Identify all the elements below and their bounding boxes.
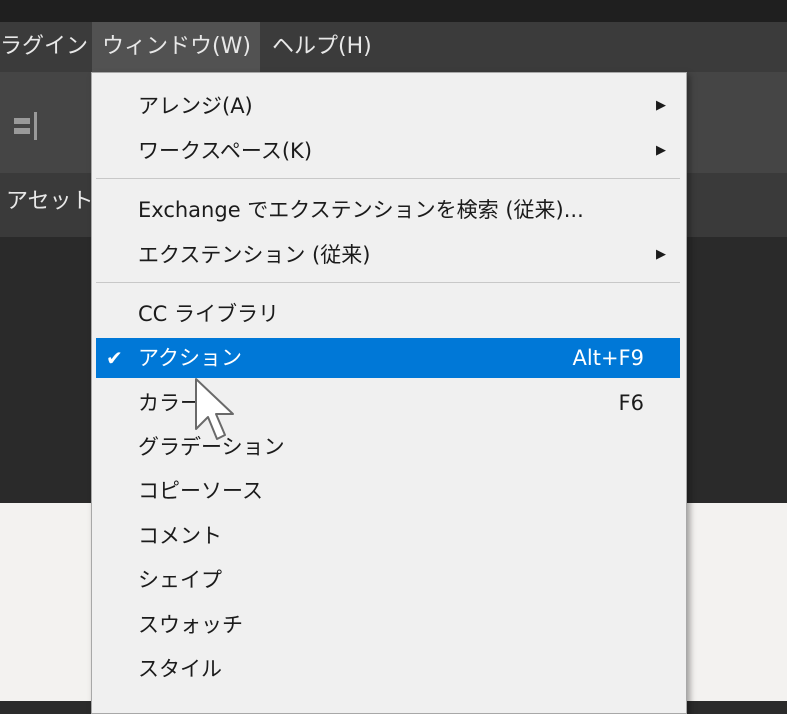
menu-item-comments[interactable]: コメント: [96, 516, 680, 556]
menu-item-shortcut: Alt+F9: [572, 346, 644, 370]
menu-item-label: カラー: [138, 391, 201, 415]
menu-item-label: コピーソース: [138, 479, 263, 503]
menu-item-label: アレンジ(A): [138, 94, 253, 118]
menu-item-label: エクステンション (従来): [138, 243, 371, 267]
mouse-pointer-icon: [195, 378, 234, 440]
menubar-item-window[interactable]: ウィンドウ(W): [92, 22, 260, 72]
menu-item-extensions[interactable]: エクステンション (従来) ▶: [96, 235, 680, 275]
menu-item-label: Exchange でエクステンションを検索 (従来)...: [138, 198, 584, 222]
align-icon[interactable]: [10, 108, 40, 144]
menu-item-styles[interactable]: スタイル: [96, 649, 680, 689]
menu-item-shortcut: F6: [618, 391, 644, 415]
menu-item-actions[interactable]: ✔ アクション Alt+F9: [96, 338, 680, 378]
menu-item-shapes[interactable]: シェイプ: [96, 560, 680, 600]
menu-item-swatches[interactable]: スウォッチ: [96, 605, 680, 645]
menu-item-label: シェイプ: [138, 568, 222, 592]
menu-item-label: ワークスペース(K): [138, 139, 313, 163]
menu-item-workspace[interactable]: ワークスペース(K) ▶: [96, 131, 680, 171]
menu-separator: [96, 282, 680, 283]
menu-item-label: アクション: [138, 346, 242, 370]
checkmark-icon: ✔: [106, 346, 123, 370]
menubar-item-plugins[interactable]: ラグイン: [0, 22, 92, 72]
title-bar: [0, 0, 787, 22]
menu-item-gradients[interactable]: グラデーション: [96, 427, 680, 467]
submenu-arrow-icon: ▶: [656, 247, 666, 262]
menu-bar: ラグイン ウィンドウ(W) ヘルプ(H): [0, 22, 787, 72]
menu-item-label: CC ライブラリ: [138, 302, 280, 326]
menu-item-label: スウォッチ: [138, 613, 243, 637]
menu-item-find-extensions[interactable]: Exchange でエクステンションを検索 (従来)...: [96, 190, 680, 230]
submenu-arrow-icon: ▶: [656, 98, 666, 113]
menubar-item-help[interactable]: ヘルプ(H): [262, 22, 402, 72]
submenu-arrow-icon: ▶: [656, 143, 666, 158]
menu-item-color[interactable]: カラー F6: [96, 383, 680, 423]
menu-item-arrange[interactable]: アレンジ(A) ▶: [96, 86, 680, 126]
window-dropdown-menu: アレンジ(A) ▶ ワークスペース(K) ▶ Exchange でエクステンショ…: [91, 72, 687, 714]
menu-item-label: スタイル: [138, 657, 222, 681]
menu-item-label: コメント: [138, 524, 222, 548]
panel-tab-assets[interactable]: アセット: [6, 183, 94, 215]
menu-item-cc-libraries[interactable]: CC ライブラリ: [96, 294, 680, 334]
menu-item-clone-source[interactable]: コピーソース: [96, 471, 680, 511]
menu-separator: [96, 178, 680, 179]
